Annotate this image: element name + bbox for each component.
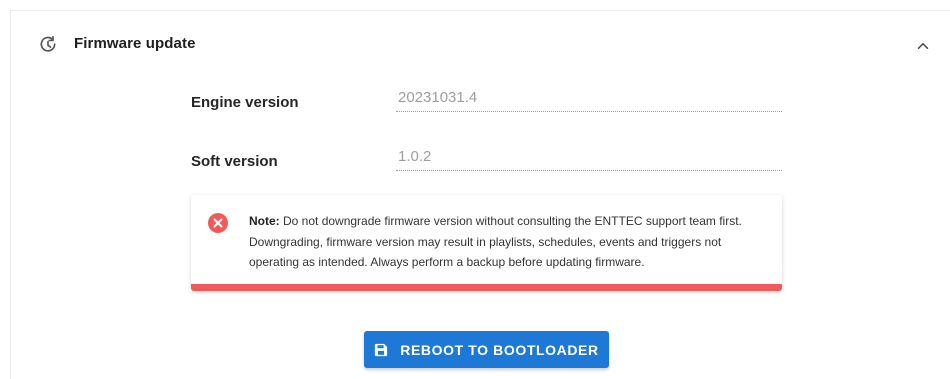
soft-version-field: 1.0.2 [396,147,782,171]
reboot-to-bootloader-button[interactable]: REBOOT TO BOOTLOADER [364,331,609,368]
downgrade-warning-alert: Note: Do not downgrade firmware version … [191,195,782,291]
panel-header[interactable]: Firmware update [11,11,950,79]
section-title: Firmware update [74,35,196,52]
error-circle-icon [208,213,228,233]
chevron-up-icon[interactable] [914,37,932,55]
soft-version-label: Soft version [191,153,278,170]
alert-accent-bar [191,284,782,291]
reboot-button-label: REBOOT TO BOOTLOADER [400,341,599,358]
engine-version-label: Engine version [191,94,299,111]
engine-version-value: 20231031.4 [398,89,478,106]
refresh-clock-icon [40,35,56,52]
soft-version-value: 1.0.2 [398,148,432,165]
alert-body: Do not downgrade firmware version withou… [249,214,742,269]
firmware-update-panel: Firmware update Engine version 20231031.… [10,10,950,379]
engine-version-field: 20231031.4 [396,88,782,112]
save-icon [375,343,388,356]
alert-prefix: Note: [249,214,280,228]
alert-message: Note: Do not downgrade firmware version … [249,211,769,273]
